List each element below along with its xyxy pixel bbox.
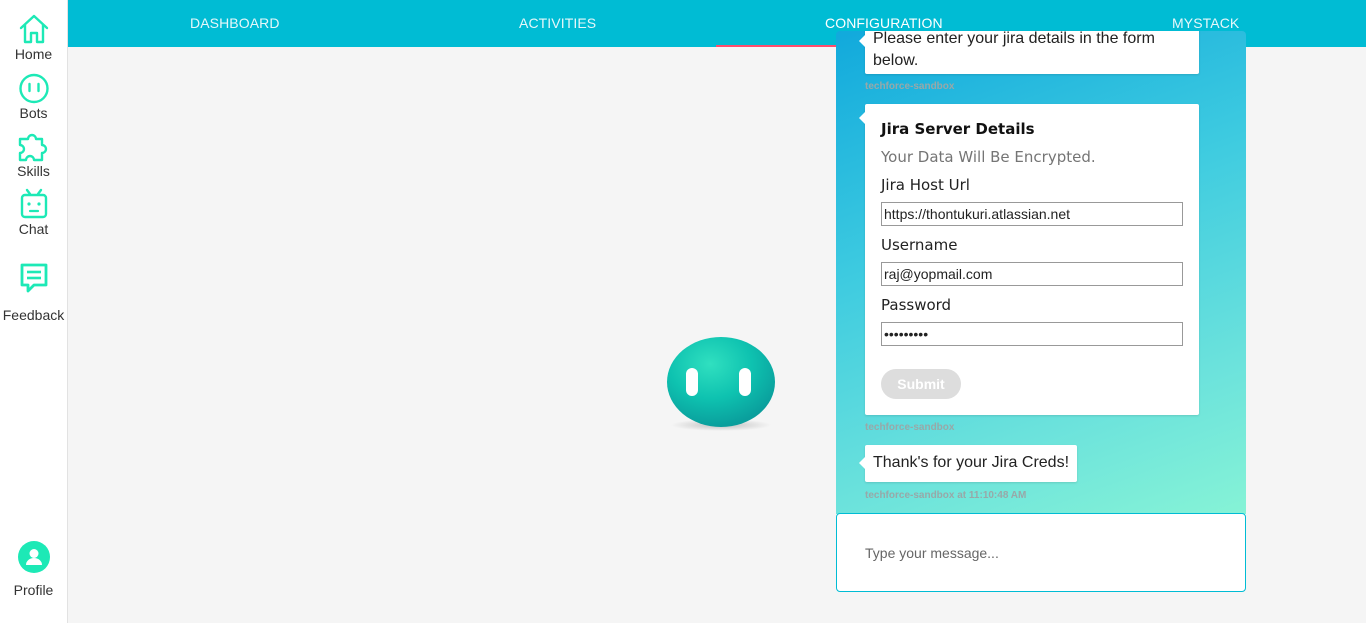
sidebar-item-bots[interactable]: Bots [0,73,67,121]
sidebar-item-home[interactable]: Home [0,13,67,62]
tab-dashboard[interactable]: DASHBOARD [190,15,280,31]
active-tab-indicator [716,45,836,47]
jira-form-card: Jira Server Details Your Data Will Be En… [859,104,1199,415]
sidebar-item-chat[interactable]: Chat [0,188,67,237]
sidebar-item-profile[interactable]: Profile [0,541,67,598]
password-label: Password [881,296,952,314]
username-label: Username [881,236,958,254]
host-url-input[interactable] [881,202,1183,226]
message-input[interactable] [865,542,1215,564]
chat-panel: Please enter your jira details in the fo… [836,31,1246,514]
sidebar-item-feedback[interactable]: Feedback [0,262,67,323]
home-icon [19,14,48,44]
user-icon [17,541,50,573]
bot-message-bubble: Please enter your jira details in the fo… [859,31,1199,74]
sidebar-item-label: Bots [19,105,48,121]
bot-message-bubble: Thank's for your Jira Creds! [858,445,1078,482]
username-input[interactable] [881,262,1183,286]
tab-activities[interactable]: ACTIVITIES [519,15,596,31]
message-icon [20,263,47,293]
password-input[interactable] [881,322,1183,346]
form-subtitle: Your Data Will Be Encrypted. [881,148,1096,166]
sidebar-item-label: Chat [18,221,49,237]
submit-button[interactable]: Submit [881,369,961,399]
message-text: Please enter your jira details in the fo… [873,31,1155,69]
sidebar: Home Bots Skills Chat Feedback Profile [0,0,68,623]
robot-icon [20,188,47,219]
sidebar-item-skills[interactable]: Skills [0,131,67,179]
sidebar-item-label: Skills [17,163,50,179]
message-timestamp: techforce-sandbox at 11:10:48 AM [865,490,1027,501]
bot-avatar[interactable] [666,336,776,436]
host-url-label: Jira Host Url [881,176,970,194]
message-sender: techforce-sandbox [865,81,955,92]
form-title: Jira Server Details [881,120,1035,138]
sidebar-item-label: Home [14,46,53,62]
tab-mystack[interactable]: MYSTACK [1172,15,1239,31]
sidebar-item-label: Profile [13,582,54,598]
message-composer [836,513,1246,592]
message-sender: techforce-sandbox [865,422,955,433]
puzzle-icon [18,133,47,162]
sidebar-item-label: Feedback [2,307,65,323]
tab-configuration[interactable]: CONFIGURATION [825,15,943,31]
message-text: Thank's for your Jira Creds! [873,454,1070,471]
bot-face-icon [18,73,49,104]
